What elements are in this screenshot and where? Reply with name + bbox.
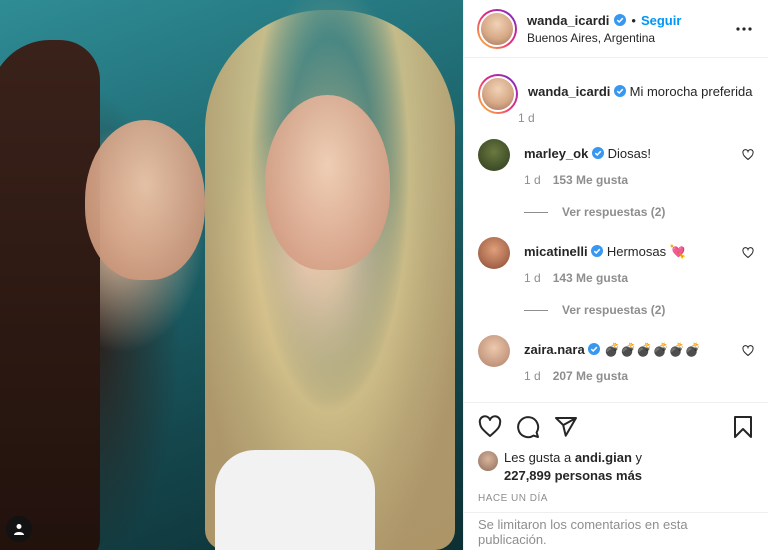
heart-icon[interactable] — [478, 415, 502, 439]
share-icon[interactable] — [554, 415, 578, 439]
comment-likes[interactable]: 143 Me gusta — [553, 271, 628, 285]
comment-avatar[interactable] — [478, 237, 510, 269]
post-header: wanda_icardi • Seguir Buenos Aires, Arge… — [464, 0, 768, 58]
comment-heart-icon[interactable] — [742, 345, 754, 357]
likes-prefix: Les gusta a — [504, 450, 575, 465]
post-caption: wanda_icardi Mi morocha preferida 1 d — [478, 74, 754, 125]
more-options-icon[interactable] — [734, 19, 754, 39]
user-tag-icon[interactable] — [6, 516, 32, 542]
likes-count[interactable]: 227,899 personas más — [504, 468, 642, 483]
comment-text: Diosas! — [607, 146, 651, 161]
comment-item: zaira.nara 💣💣💣💣💣💣 1 d 207 Me gusta — [478, 335, 754, 383]
comment-time[interactable]: 1 d — [524, 271, 541, 285]
photo-face-right — [265, 95, 390, 270]
comment-item: marley_ok Diosas! 1 d 153 Me gusta — [478, 139, 754, 187]
view-replies-button[interactable]: Ver respuestas (2) — [524, 303, 754, 317]
comments-limited-text: Se limitaron los comentarios en esta pub… — [478, 516, 688, 547]
photo-hair-left — [0, 40, 100, 550]
photo-face-left — [85, 120, 205, 280]
comment-text: 💣💣💣💣💣💣 — [603, 342, 702, 357]
likes-connector: y — [631, 450, 643, 465]
comment-username[interactable]: zaira.nara — [524, 342, 585, 357]
post-side-panel: wanda_icardi • Seguir Buenos Aires, Arge… — [463, 0, 768, 550]
comment-username[interactable]: micatinelli — [524, 244, 588, 259]
post-location[interactable]: Buenos Aires, Argentina — [527, 31, 734, 45]
comment-avatar[interactable] — [478, 335, 510, 367]
author-username[interactable]: wanda_icardi — [527, 13, 609, 28]
post-timestamp[interactable]: HACE UN DÍA — [478, 493, 755, 504]
caption-avatar[interactable] — [478, 74, 518, 114]
comment-time[interactable]: 1 d — [524, 173, 541, 187]
comments-limited-notice: Se limitaron los comentarios en esta pub… — [464, 512, 768, 550]
post-photo[interactable] — [0, 0, 463, 550]
post-actions: Les gusta a andi.gian y 227,899 personas… — [464, 402, 768, 512]
comment-likes[interactable]: 207 Me gusta — [553, 369, 628, 383]
view-replies-button[interactable]: Ver respuestas (2) — [524, 205, 754, 219]
author-avatar[interactable] — [477, 8, 517, 49]
follow-button[interactable]: Seguir — [641, 13, 681, 28]
caption-text: Mi morocha preferida — [629, 84, 753, 99]
comment-avatar[interactable] — [478, 139, 510, 171]
comment-username[interactable]: marley_ok — [524, 146, 588, 161]
comment-likes[interactable]: 153 Me gusta — [553, 173, 628, 187]
comment-text: Hermosas 💘 — [606, 244, 686, 259]
caption-username[interactable]: wanda_icardi — [528, 84, 610, 99]
bookmark-icon[interactable] — [731, 415, 755, 439]
photo-clothing — [215, 450, 375, 550]
verified-badge-icon — [614, 14, 627, 26]
comment-item: micatinelli Hermosas 💘 1 d 143 Me gusta — [478, 237, 754, 285]
view-replies-label: Ver respuestas (2) — [562, 205, 666, 219]
liked-by-user[interactable]: andi.gian — [575, 450, 632, 465]
verified-badge-icon — [614, 85, 626, 97]
likes-summary: Les gusta a andi.gian y 227,899 personas… — [478, 449, 755, 485]
comments-list[interactable]: wanda_icardi Mi morocha preferida 1 d ma… — [464, 58, 768, 401]
liked-by-avatar[interactable] — [478, 451, 498, 471]
comment-icon[interactable] — [516, 415, 540, 439]
view-replies-label: Ver respuestas (2) — [562, 303, 666, 317]
verified-badge-icon — [591, 147, 604, 159]
comment-heart-icon[interactable] — [742, 149, 754, 161]
caption-time[interactable]: 1 d — [518, 111, 752, 125]
verified-badge-icon — [588, 343, 601, 355]
header-separator: • — [631, 12, 636, 28]
verified-badge-icon — [591, 245, 604, 257]
instagram-post: wanda_icardi • Seguir Buenos Aires, Arge… — [0, 0, 768, 550]
comment-heart-icon[interactable] — [742, 247, 754, 259]
comment-time[interactable]: 1 d — [524, 369, 541, 383]
